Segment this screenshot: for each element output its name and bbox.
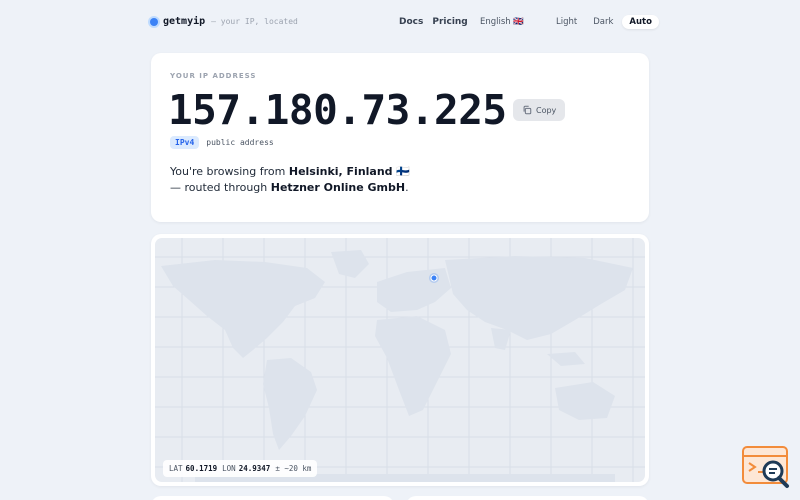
copy-button[interactable]: Copy xyxy=(513,99,566,121)
world-map[interactable]: LAT 60.1719 LON 24.9347 ± ~20 km xyxy=(155,238,645,482)
ip-label: YOUR IP ADDRESS xyxy=(170,72,257,80)
accuracy-text: ± ~20 km xyxy=(275,464,312,473)
theme-option-dark[interactable]: Dark xyxy=(586,15,620,29)
main-nav: Docs Pricing xyxy=(399,17,477,27)
ip-version-badge: IPv4 xyxy=(170,136,200,149)
lat-label: LAT xyxy=(169,464,183,473)
brand-name: getmyip xyxy=(163,16,206,27)
theme-option-auto[interactable]: Auto xyxy=(622,15,659,29)
lon-label: LON xyxy=(222,464,236,473)
isp-name: Hetzner Online GmbH xyxy=(270,181,406,194)
world-map-graphic xyxy=(155,238,645,482)
ip-card: YOUR IP ADDRESS 157.180.73.225 Copy IPv4… xyxy=(151,53,649,222)
ip-meta: IPv4 public address xyxy=(170,136,274,149)
lat-value: 60.1719 xyxy=(185,464,218,473)
address-type: public address xyxy=(206,138,274,147)
bottom-card-left xyxy=(151,496,394,500)
lon-value: 24.9347 xyxy=(238,464,271,473)
site-header: getmyip — your IP, located Docs Pricing … xyxy=(150,12,659,34)
nav-link-docs[interactable]: Docs xyxy=(399,17,423,27)
coordinates-box: LAT 60.1719 LON 24.9347 ± ~20 km xyxy=(163,460,318,477)
map-card: LAT 60.1719 LON 24.9347 ± ~20 km xyxy=(151,234,649,486)
sentence-prefix: You're browsing from xyxy=(170,165,289,178)
theme-option-light[interactable]: Light xyxy=(549,15,584,29)
sentence-suffix: . xyxy=(405,181,409,194)
search-widget[interactable] xyxy=(741,445,791,489)
copy-button-label: Copy xyxy=(536,105,557,115)
nav-link-pricing[interactable]: Pricing xyxy=(432,17,467,27)
location-sentence: You're browsing from Helsinki, Finland 🇫… xyxy=(170,164,610,196)
location-marker-icon[interactable] xyxy=(430,274,438,282)
copy-icon xyxy=(523,105,532,115)
routed-prefix: — routed through xyxy=(170,181,271,194)
ip-address: 157.180.73.225 xyxy=(168,86,507,134)
location-text: Helsinki, Finland 🇫🇮 xyxy=(288,165,411,178)
status-dot-icon xyxy=(150,17,158,26)
brand-tagline: — your IP, located xyxy=(211,17,298,26)
theme-switcher: Light Dark Auto xyxy=(547,15,659,29)
language-selector[interactable]: English 🇬🇧 xyxy=(480,17,524,27)
bottom-card-right xyxy=(406,496,649,500)
search-widget-icon xyxy=(742,446,789,488)
brand[interactable]: getmyip — your IP, located xyxy=(150,16,298,27)
